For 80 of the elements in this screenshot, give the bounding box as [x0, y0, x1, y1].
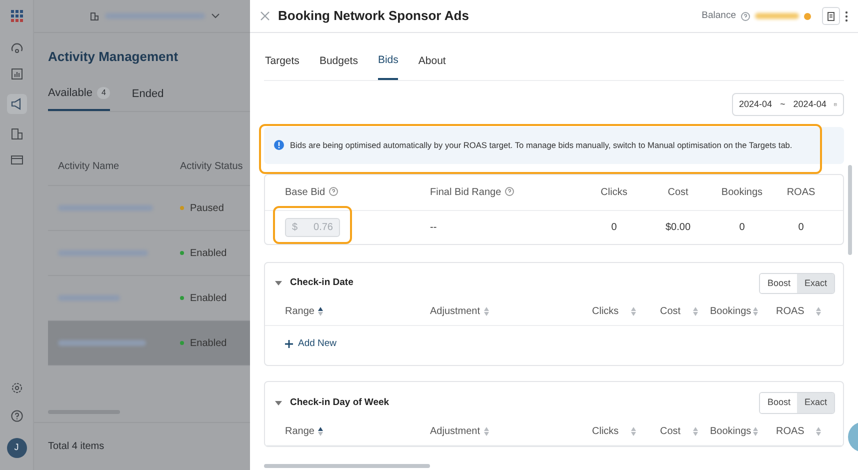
tab[interactable]: Ended [132, 84, 164, 111]
table-cell: -- [430, 222, 437, 233]
date-start: 2024-04 [739, 98, 772, 111]
sort-icon[interactable] [318, 307, 324, 316]
redacted-amount [755, 13, 799, 19]
status-text: Enabled [190, 338, 227, 348]
add-new-button[interactable]: Add New [285, 337, 337, 352]
column-header: ROAS [776, 424, 804, 439]
column-header: Range [285, 305, 314, 320]
mode-toggle[interactable]: Exact [797, 393, 834, 413]
column-header: Cost [660, 424, 681, 439]
column-header: Bookings [721, 186, 763, 198]
column-header: Cost [668, 186, 688, 198]
column-header: ROAS [786, 186, 816, 198]
help-icon [505, 186, 514, 196]
close-icon[interactable] [260, 11, 270, 21]
table-cell: 0 [798, 222, 804, 233]
column-header: Clicks [592, 424, 619, 439]
status-text: Enabled [190, 292, 227, 304]
sort-icon[interactable] [318, 426, 324, 436]
card-icon[interactable] [10, 154, 22, 166]
drawer-title: Booking Network Sponsor Ads [278, 7, 469, 26]
user-avatar[interactable]: J [6, 438, 26, 458]
chevron-down-icon[interactable] [211, 13, 220, 19]
building-icon [90, 12, 99, 20]
total-count: Total 4 items [48, 440, 104, 454]
building-icon[interactable] [10, 128, 22, 140]
column-header: Range [285, 424, 314, 439]
date-separator: ~ [780, 98, 786, 111]
settings-icon[interactable] [10, 382, 22, 394]
scrollbar-thumb[interactable] [264, 464, 430, 468]
count-badge: 4 [97, 86, 110, 99]
caret-icon[interactable] [275, 280, 282, 286]
column-header: Bookings [710, 305, 752, 320]
help-icon [741, 12, 750, 20]
caret-icon[interactable] [275, 400, 282, 406]
coin-icon [804, 12, 811, 20]
section-title: Check-in Date [290, 276, 354, 290]
tab[interactable]: Targets [265, 53, 300, 80]
table-cell: $0.00 [665, 222, 691, 233]
column-header: Adjustment [430, 424, 480, 439]
info-icon [274, 140, 284, 150]
bid-value: 0.76 [314, 220, 333, 235]
notice-text: Bids are being optimised automatically by your ROAS target. To manage bids manually, switch to Manual optimisation on the Targets tab. [290, 139, 792, 152]
date-end: 2024-04 [793, 98, 826, 111]
column-header: ROAS [776, 305, 804, 320]
table-cell: 0 [739, 222, 745, 233]
column-header: Base Bid [285, 186, 326, 198]
currency-sign: $ [292, 220, 298, 235]
table-cell: 0 [611, 222, 617, 233]
status-text: Enabled [190, 248, 227, 258]
bar-chart-icon[interactable] [10, 68, 22, 80]
mode-toggle[interactable]: Exact [797, 274, 834, 294]
tab[interactable]: About [418, 53, 446, 80]
tab[interactable]: Bids [378, 53, 398, 80]
column-header: Activity Status [179, 160, 244, 174]
document-button[interactable] [822, 7, 840, 25]
tab[interactable]: Budgets [319, 53, 358, 80]
more-options-icon[interactable] [845, 10, 848, 22]
column-header: Clicks [592, 305, 619, 320]
help-icon[interactable] [10, 410, 22, 422]
column-header: Adjustment [430, 305, 480, 320]
megaphone-icon[interactable] [10, 98, 22, 110]
column-header: Activity Name [57, 160, 120, 174]
page-title: Activity Management [48, 48, 180, 66]
date-range-field[interactable]: 2024-04 ~ 2024-04 [732, 92, 844, 116]
plus-icon [285, 340, 293, 348]
column-header: Final Bid Range [430, 186, 502, 198]
column-header: Clicks [600, 186, 628, 198]
column-header: Cost [660, 305, 681, 320]
apps-grid-icon[interactable] [10, 10, 22, 22]
scrollbar-thumb[interactable] [848, 165, 852, 255]
balance-label: Balance [702, 8, 736, 23]
gauge-icon[interactable] [10, 42, 22, 54]
tab[interactable]: Available 4 [48, 84, 110, 111]
document-icon [826, 12, 836, 20]
section-title: Check-in Day of Week [290, 396, 390, 410]
help-icon [329, 186, 338, 196]
status-text: Paused [190, 202, 224, 214]
column-header: Bookings [710, 424, 752, 439]
